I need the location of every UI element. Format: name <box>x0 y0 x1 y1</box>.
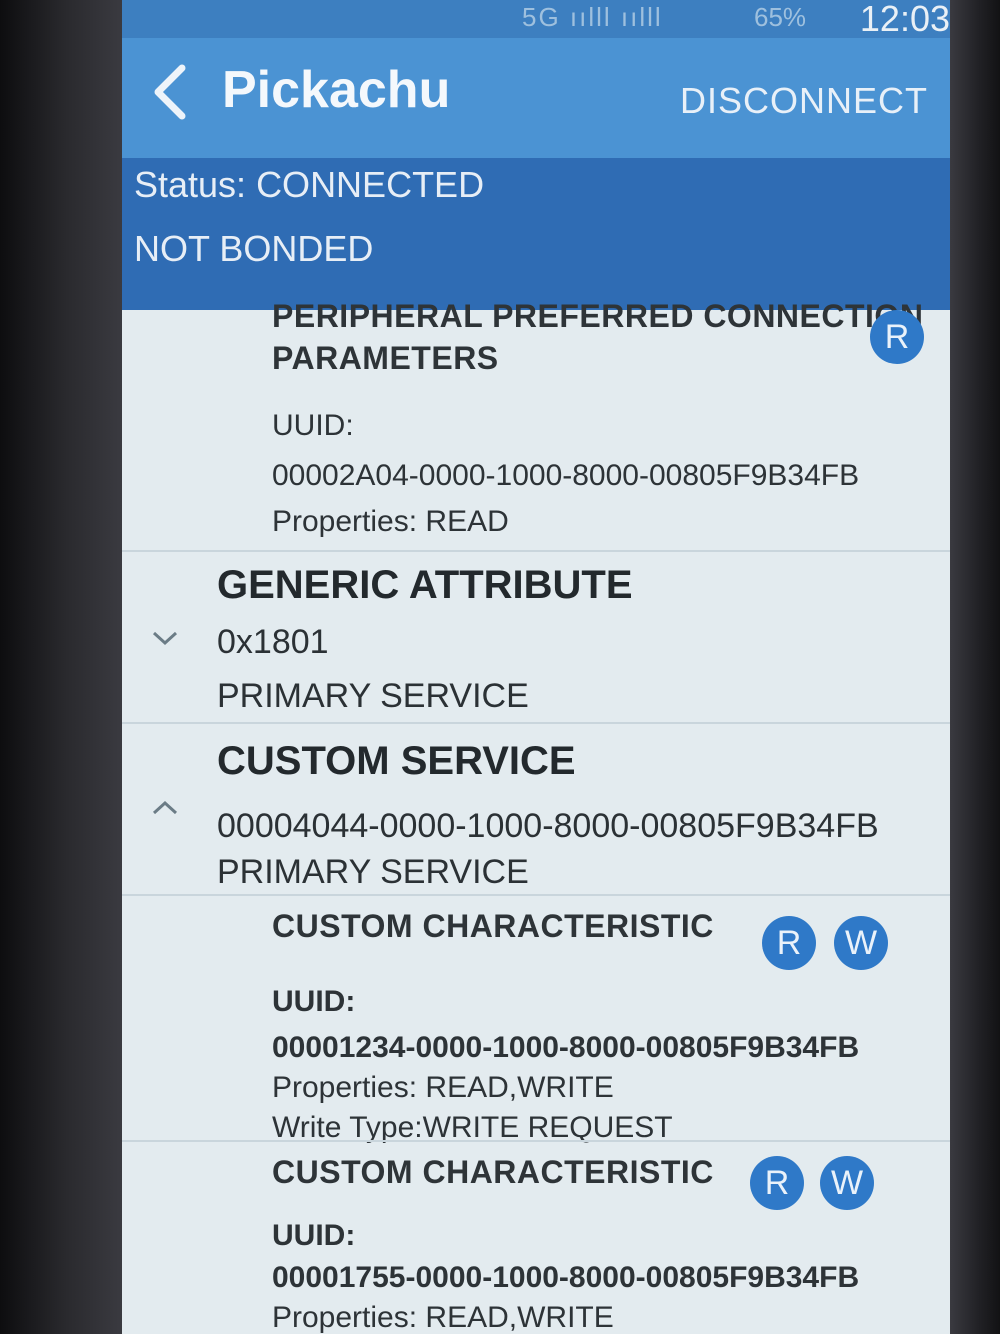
service-type: PRIMARY SERVICE <box>217 853 529 891</box>
read-button[interactable]: R <box>762 916 816 970</box>
service-item-generic-attribute[interactable]: GENERIC ATTRIBUTE 0x1801 PRIMARY SERVICE <box>122 552 950 722</box>
characteristic-item[interactable]: PERIPHERAL PREFERRED CONNECTION PARAMETE… <box>122 298 950 556</box>
characteristic-properties: Properties: READ,WRITE <box>272 1071 614 1104</box>
system-status-bar: 5G ıılll ıılll 65% 12:03 <box>122 0 950 39</box>
characteristic-properties: Properties: READ <box>272 505 509 538</box>
write-button[interactable]: W <box>834 916 888 970</box>
characteristic-name: CUSTOM CHARACTERISTIC <box>272 1154 714 1190</box>
characteristic-properties: Properties: READ,WRITE <box>272 1301 614 1334</box>
chevron-down-icon[interactable] <box>150 628 180 648</box>
characteristic-item[interactable]: CUSTOM CHARACTERISTIC R W UUID: 00001755… <box>122 1142 950 1334</box>
characteristic-name-continued: PARAMETERS <box>272 340 499 376</box>
service-uuid: 0x1801 <box>217 623 329 661</box>
bond-status: NOT BONDED <box>134 228 374 269</box>
service-item-custom-service[interactable]: CUSTOM SERVICE 00004044-0000-1000-8000-0… <box>122 724 950 894</box>
chevron-up-icon[interactable] <box>150 798 180 818</box>
phone-screen: 5G ıılll ıılll 65% 12:03 Pickachu DISCON… <box>122 0 950 1334</box>
read-button[interactable]: R <box>750 1156 804 1210</box>
characteristic-name: CUSTOM CHARACTERISTIC <box>272 908 714 944</box>
service-type: PRIMARY SERVICE <box>217 677 529 715</box>
characteristic-name: PERIPHERAL PREFERRED CONNECTION <box>272 298 924 334</box>
service-name: CUSTOM SERVICE <box>217 739 576 783</box>
service-name: GENERIC ATTRIBUTE <box>217 563 633 607</box>
characteristic-uuid: 00001755-0000-1000-8000-00805F9B34FB <box>272 1261 860 1294</box>
connection-status-panel: Status: CONNECTED NOT BONDED <box>122 158 950 310</box>
back-button[interactable] <box>140 56 200 126</box>
read-button[interactable]: R <box>870 310 924 364</box>
characteristic-item[interactable]: CUSTOM CHARACTERISTIC R W UUID: 00001234… <box>122 896 950 1144</box>
device-name-title: Pickachu <box>222 61 451 119</box>
uuid-label: UUID: <box>272 985 356 1018</box>
uuid-label: UUID: <box>272 1219 356 1252</box>
uuid-label: UUID: <box>272 409 354 442</box>
connection-status: Status: CONNECTED <box>134 164 485 205</box>
services-list[interactable]: PERIPHERAL PREFERRED CONNECTION PARAMETE… <box>122 298 950 1334</box>
service-uuid: 00004044-0000-1000-8000-00805F9B34FB <box>217 807 879 845</box>
write-button[interactable]: W <box>820 1156 874 1210</box>
chevron-left-icon <box>154 64 186 120</box>
clock: 12:03 <box>859 0 950 39</box>
device-bezel-right <box>950 0 1000 1334</box>
characteristic-uuid: 00002A04-0000-1000-8000-00805F9B34FB <box>272 459 860 492</box>
app-bar: Pickachu DISCONNECT <box>122 38 950 158</box>
disconnect-button[interactable]: DISCONNECT <box>680 76 928 126</box>
characteristic-uuid: 00001234-0000-1000-8000-00805F9B34FB <box>272 1031 860 1064</box>
battery-level: 65% <box>754 2 807 32</box>
signal-icons: 5G ıılll ıılll <box>522 2 663 32</box>
device-bezel-left <box>0 0 122 1334</box>
